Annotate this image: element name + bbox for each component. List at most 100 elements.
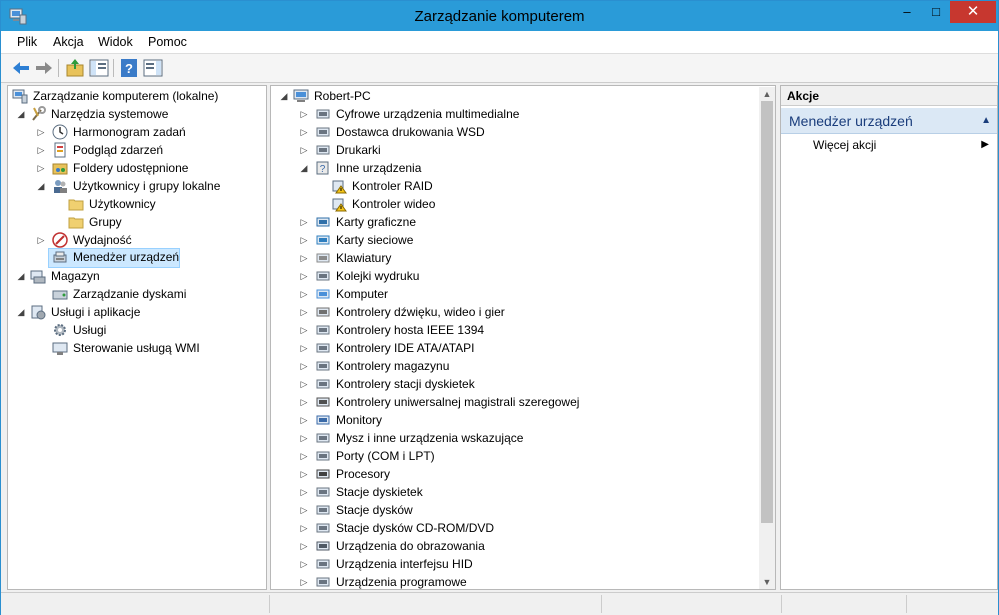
- tree-label: Menedżer urządzeń: [73, 250, 180, 264]
- event-viewer-icon: [54, 142, 66, 158]
- expand-arrow[interactable]: ▷: [299, 465, 309, 483]
- actions-header: Akcje: [781, 86, 997, 106]
- users-icon: [54, 180, 67, 193]
- shared-folder-icon: [52, 163, 68, 175]
- expand-arrow[interactable]: ▷: [299, 537, 309, 555]
- expand-arrow[interactable]: ▷: [299, 519, 309, 537]
- expand-arrow[interactable]: ▷: [299, 267, 309, 285]
- expand-arrow[interactable]: ▷: [36, 123, 46, 141]
- menu-widok[interactable]: Widok: [98, 35, 133, 49]
- console-tree[interactable]: Zarządzanie komputerem (lokalne) ◢ Narzę…: [7, 85, 267, 590]
- collapse-arrow[interactable]: ◢: [16, 267, 26, 285]
- expand-arrow[interactable]: ▷: [36, 141, 46, 159]
- expand-arrow[interactable]: ▷: [299, 393, 309, 411]
- collapse-arrow[interactable]: ◢: [36, 177, 46, 195]
- expand-arrow[interactable]: ▷: [299, 213, 309, 231]
- close-button[interactable]: ✕: [950, 1, 996, 23]
- expand-arrow[interactable]: ▷: [299, 573, 309, 589]
- help-icon[interactable]: ?: [118, 57, 140, 79]
- disk-management-icon: [52, 290, 68, 300]
- menu-pomoc[interactable]: Pomoc: [148, 35, 187, 49]
- device-label: Dostawca drukowania WSD: [336, 125, 485, 139]
- maximize-button[interactable]: □: [921, 1, 951, 23]
- tree-label: Usługi: [73, 323, 107, 337]
- tree-label: Grupy: [89, 215, 122, 229]
- device-label: Kontrolery IDE ATA/ATAPI: [336, 341, 475, 355]
- svg-text:?: ?: [320, 164, 326, 175]
- scroll-down-arrow[interactable]: ▼: [759, 575, 775, 589]
- tree-label: Zarządzanie dyskami: [73, 287, 187, 301]
- expand-arrow[interactable]: ▷: [299, 321, 309, 339]
- device-label: Kontrolery magazynu: [336, 359, 450, 373]
- device-label: Kontrolery dźwięku, wideo i gier: [336, 305, 505, 319]
- port-icon: [316, 451, 330, 461]
- tree-item-menedzer[interactable]: Menedżer urządzeń: [48, 248, 180, 268]
- expand-arrow[interactable]: ▷: [36, 231, 46, 249]
- expand-arrow[interactable]: ▷: [36, 159, 46, 177]
- collapse-section-icon[interactable]: ▲: [981, 108, 991, 134]
- expand-arrow[interactable]: ▷: [299, 123, 309, 141]
- show-hide-action-pane-icon[interactable]: [142, 57, 164, 79]
- expand-arrow[interactable]: ▷: [299, 357, 309, 375]
- computer-icon: [316, 289, 330, 299]
- expand-arrow[interactable]: ▷: [299, 303, 309, 321]
- device-tree[interactable]: ◢ Robert-PC ▷ Cyfrowe urządzenia multimed…: [270, 85, 776, 590]
- expand-arrow[interactable]: ▷: [299, 339, 309, 357]
- actions-section[interactable]: Menedżer urządzeń ▲: [781, 108, 997, 134]
- more-actions-item[interactable]: Więcej akcji ▶: [813, 136, 993, 154]
- expand-arrow[interactable]: ▷: [299, 375, 309, 393]
- unknown-device-icon: ?: [316, 161, 329, 175]
- svg-text:?: ?: [125, 61, 133, 76]
- collapse-arrow[interactable]: ◢: [16, 105, 26, 123]
- tree-label: Usługi i aplikacje: [51, 305, 141, 319]
- scroll-thumb[interactable]: [761, 101, 773, 523]
- vertical-scrollbar[interactable]: ▲ ▼: [759, 87, 775, 589]
- expand-arrow[interactable]: ▷: [299, 447, 309, 465]
- expand-arrow[interactable]: ▷: [299, 231, 309, 249]
- forward-icon[interactable]: [33, 57, 55, 79]
- tree-label: Sterowanie usługą WMI: [73, 341, 200, 355]
- clock-icon: [52, 124, 68, 140]
- window-title: Zarządzanie komputerem: [414, 8, 585, 25]
- app-window: Zarządzanie komputerem – □ ✕ Plik Akcja …: [0, 0, 999, 615]
- collapse-arrow[interactable]: ◢: [299, 159, 309, 177]
- tree-label: Zarządzanie komputerem (lokalne): [33, 89, 219, 103]
- hid-icon: [316, 559, 330, 569]
- device-label: Kontrolery stacji dyskietek: [336, 377, 475, 391]
- toolbar-separator: [113, 59, 114, 77]
- tree-label: Użytkownicy i grupy lokalne: [73, 179, 221, 193]
- speaker-icon: [316, 307, 330, 317]
- expand-arrow[interactable]: ▷: [299, 411, 309, 429]
- expand-arrow[interactable]: ▷: [299, 501, 309, 519]
- back-icon[interactable]: [10, 57, 32, 79]
- more-actions-label: Więcej akcji: [813, 138, 877, 152]
- device-label: Urządzenia interfejsu HID: [336, 557, 473, 571]
- device-label: Procesory: [336, 467, 391, 481]
- scroll-up-arrow[interactable]: ▲: [759, 87, 775, 101]
- expand-arrow[interactable]: ▷: [299, 429, 309, 447]
- expand-arrow[interactable]: ▷: [299, 555, 309, 573]
- device-label: Kontroler RAID: [352, 179, 433, 193]
- collapse-arrow[interactable]: ◢: [16, 303, 26, 321]
- up-folder-icon[interactable]: [64, 57, 86, 79]
- show-hide-tree-icon[interactable]: [88, 57, 110, 79]
- expand-arrow[interactable]: ▷: [299, 141, 309, 159]
- expand-arrow[interactable]: ▷: [299, 483, 309, 501]
- menu-akcja[interactable]: Akcja: [53, 35, 84, 49]
- performance-icon: [52, 232, 68, 248]
- menu-plik[interactable]: Plik: [17, 35, 37, 49]
- toolbar-separator: [58, 59, 59, 77]
- status-bar: [1, 592, 998, 615]
- minimize-button[interactable]: –: [892, 1, 922, 23]
- printer-icon: [316, 145, 330, 155]
- submenu-arrow-icon: ▶: [981, 139, 989, 150]
- device-label: Kolejki wydruku: [336, 269, 420, 283]
- display-adapter-icon: [316, 217, 330, 227]
- expand-arrow[interactable]: ▷: [299, 285, 309, 303]
- collapse-arrow[interactable]: ◢: [279, 87, 289, 105]
- expand-arrow[interactable]: ▷: [299, 105, 309, 123]
- expand-arrow[interactable]: ▷: [299, 249, 309, 267]
- floppy-controller-icon: [316, 379, 330, 389]
- title-bar[interactable]: Zarządzanie komputerem – □ ✕: [1, 1, 998, 31]
- device-label: Klawiatury: [336, 251, 392, 265]
